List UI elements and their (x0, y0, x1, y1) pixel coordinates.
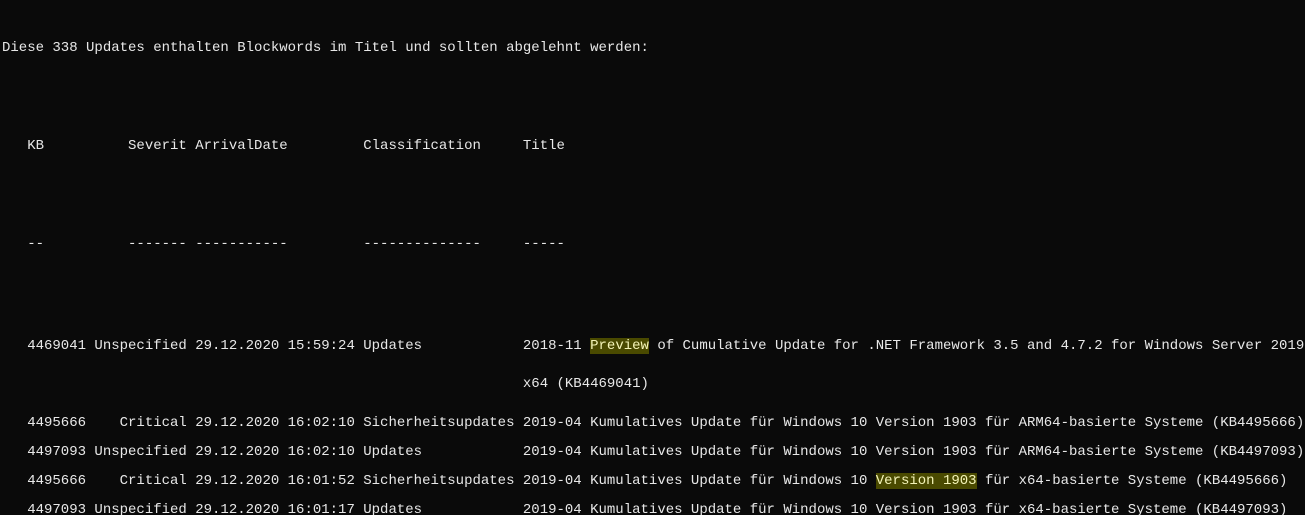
table-row: 4497093 Unspecified 29.12.2020 16:02:10 … (2, 438, 1303, 467)
column-separator: -- ------- ----------- -------------- --… (2, 234, 1303, 255)
highlight-match: Version 1903 (876, 473, 977, 489)
table-row: 4469041 Unspecified 29.12.2020 15:59:24 … (2, 332, 1303, 361)
terminal-output: Diese 338 Updates enthalten Blockwords i… (0, 0, 1305, 515)
table-body: 4469041 Unspecified 29.12.2020 15:59:24 … (2, 332, 1303, 515)
column-header: KB Severit ArrivalDate Classification Ti… (2, 136, 1303, 157)
highlight-match: Preview (590, 338, 649, 354)
table-row: 4497093 Unspecified 29.12.2020 16:01:17 … (2, 496, 1303, 515)
table-row-continuation: x64 (KB4469041) (2, 370, 1303, 399)
summary-line: Diese 338 Updates enthalten Blockwords i… (2, 38, 1303, 59)
table-row: 4495666 Critical 29.12.2020 16:01:52 Sic… (2, 467, 1303, 496)
table-row: 4495666 Critical 29.12.2020 16:02:10 Sic… (2, 409, 1303, 438)
